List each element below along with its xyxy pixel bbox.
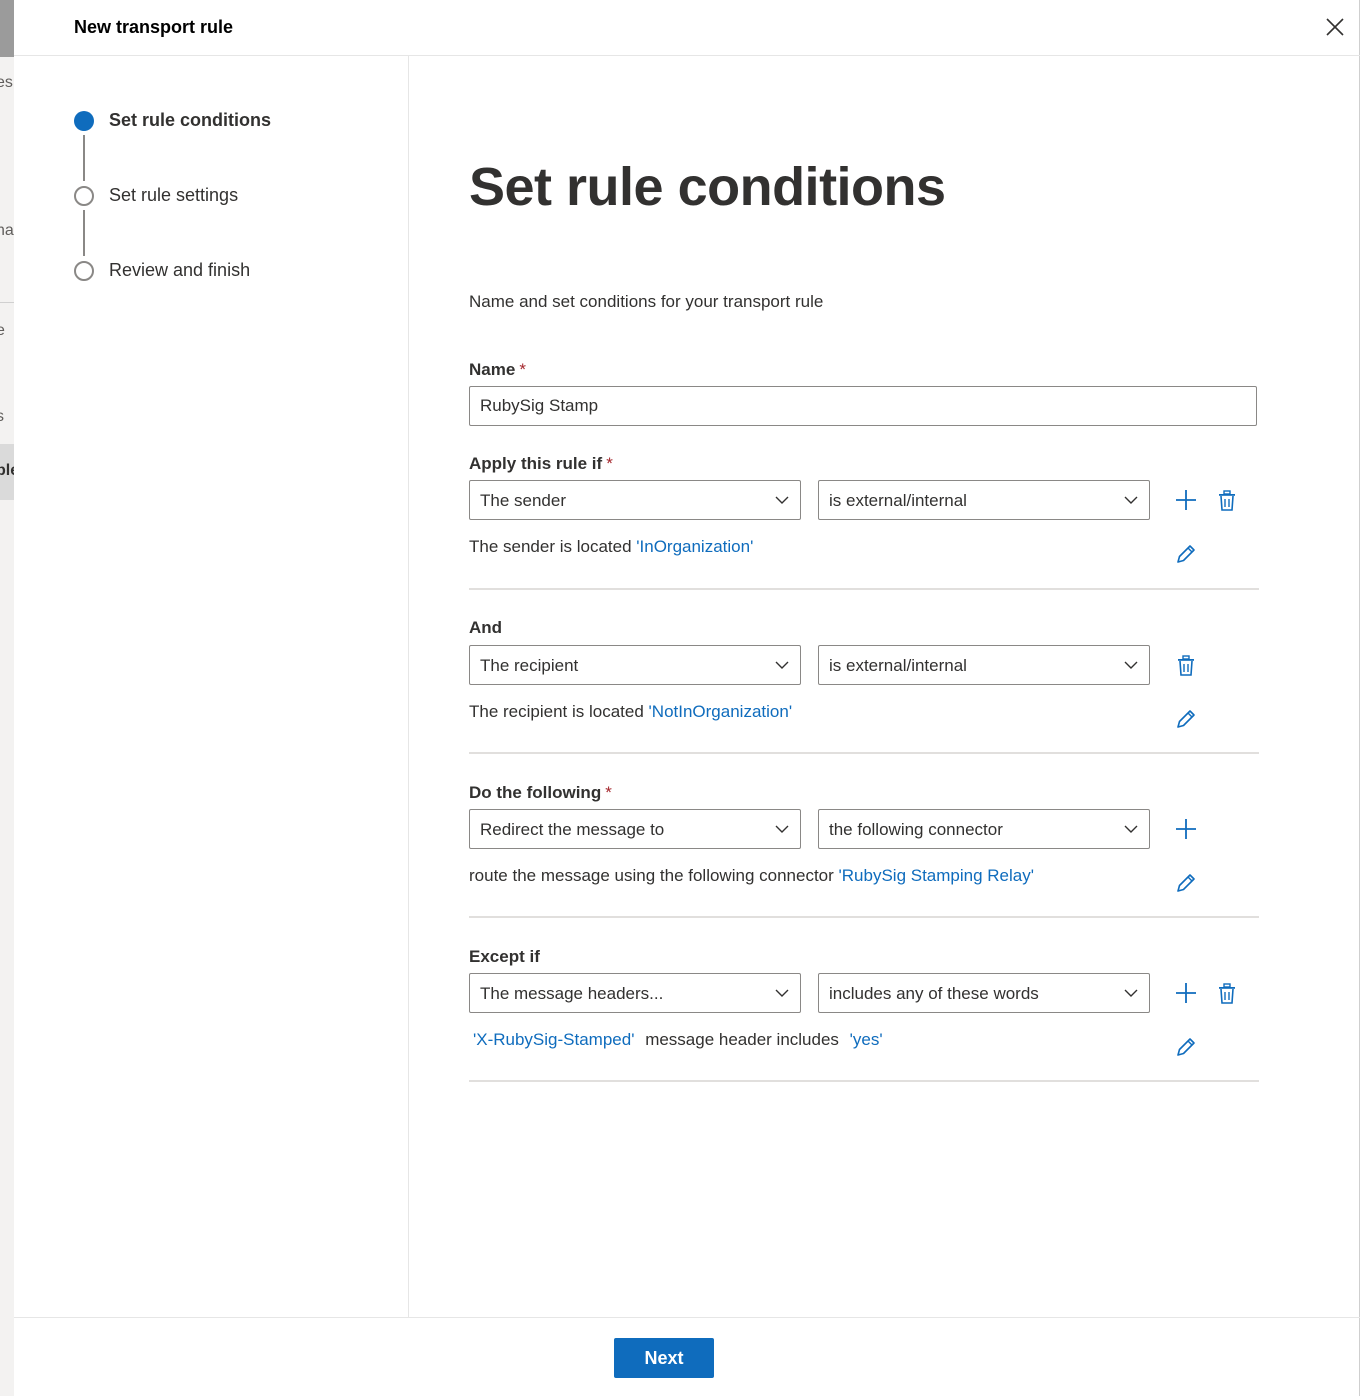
- dropdown-value: The message headers...: [480, 984, 664, 1003]
- section-divider: [469, 916, 1259, 918]
- delete-icon[interactable]: [1214, 980, 1240, 1006]
- exception-description: 'X-RubySig-Stamped' message header inclu…: [473, 1030, 883, 1050]
- edit-icon[interactable]: [1173, 541, 1199, 567]
- dropdown-value: is external/internal: [829, 656, 967, 675]
- action-target-dropdown[interactable]: the following connector: [818, 809, 1150, 849]
- description-text: The sender is located: [469, 537, 637, 556]
- section-divider: [469, 1080, 1259, 1082]
- wizard-steps: Set rule conditions Set rule settings Re…: [14, 56, 409, 1317]
- do-following-label: Do the following *: [469, 783, 612, 803]
- panel-title: New transport rule: [74, 17, 234, 37]
- background-text-fragment: ble: [0, 462, 14, 479]
- dropdown-value: Redirect the message to: [480, 820, 665, 839]
- description-text: message header includes: [645, 1030, 839, 1049]
- new-transport-rule-panel: New transport rule Set rule conditions S…: [14, 0, 1360, 1396]
- step-review-and-finish[interactable]: Review and finish: [74, 260, 250, 281]
- background-divider: [0, 302, 14, 303]
- condition-value-link[interactable]: 'NotInOrganization': [649, 702, 793, 721]
- step-label: Set rule conditions: [109, 110, 272, 130]
- condition-property-dropdown[interactable]: The sender: [469, 480, 801, 520]
- apply-rule-if-label: Apply this rule if *: [469, 454, 613, 474]
- background-text-fragment: s: [0, 408, 4, 425]
- step-pending-indicator: [74, 185, 94, 206]
- condition-description: The sender is located 'InOrganization': [469, 537, 753, 557]
- page-title: Set rule conditions: [469, 157, 946, 217]
- step-label: Review and finish: [109, 260, 251, 280]
- chevron-down-icon: [775, 661, 789, 669]
- delete-icon[interactable]: [1214, 487, 1240, 513]
- and-property-dropdown[interactable]: The recipient: [469, 645, 801, 685]
- connector-link[interactable]: 'RubySig Stamping Relay': [839, 866, 1034, 885]
- action-dropdown[interactable]: Redirect the message to: [469, 809, 801, 849]
- chevron-down-icon: [1124, 496, 1138, 504]
- delete-icon[interactable]: [1173, 652, 1199, 678]
- condition-operator-dropdown[interactable]: is external/internal: [818, 480, 1150, 520]
- add-icon[interactable]: [1173, 980, 1199, 1006]
- background-text-fragment: na: [0, 222, 14, 239]
- dropdown-value: The recipient: [480, 656, 579, 675]
- step-pending-indicator: [74, 260, 94, 281]
- apply-rule-if-label-text: Apply this rule if: [469, 454, 603, 473]
- step-connector: [83, 210, 85, 256]
- header-name-link[interactable]: 'X-RubySig-Stamped': [473, 1030, 634, 1049]
- dropdown-value: includes any of these words: [829, 984, 1039, 1003]
- chevron-down-icon: [775, 496, 789, 504]
- background-app-strip: es na e s ble: [0, 0, 14, 1396]
- add-icon[interactable]: [1173, 816, 1199, 842]
- name-label: Name *: [469, 360, 526, 380]
- step-set-rule-conditions[interactable]: Set rule conditions: [74, 110, 271, 131]
- close-icon[interactable]: [1324, 16, 1346, 38]
- required-asterisk: *: [519, 360, 526, 379]
- dropdown-value: the following connector: [829, 820, 1003, 839]
- panel-footer: Next: [14, 1317, 1360, 1397]
- required-asterisk: *: [606, 454, 613, 473]
- background-header: [0, 0, 14, 57]
- chevron-down-icon: [775, 989, 789, 997]
- edit-icon[interactable]: [1173, 870, 1199, 896]
- step-connector: [83, 135, 85, 181]
- step-set-rule-settings[interactable]: Set rule settings: [74, 185, 238, 206]
- exception-operator-dropdown[interactable]: includes any of these words: [818, 973, 1150, 1013]
- next-button[interactable]: Next: [614, 1338, 714, 1378]
- dropdown-value: is external/internal: [829, 491, 967, 510]
- description-text: The recipient is located: [469, 702, 649, 721]
- edit-icon[interactable]: [1173, 1034, 1199, 1060]
- step-label: Set rule settings: [109, 185, 239, 205]
- and-operator-dropdown[interactable]: is external/internal: [818, 645, 1150, 685]
- background-text-fragment: e: [0, 322, 5, 339]
- step-active-indicator: [74, 110, 94, 131]
- chevron-down-icon: [775, 825, 789, 833]
- panel-header: New transport rule: [14, 0, 1360, 56]
- except-if-label: Except if: [469, 947, 540, 966]
- edit-icon[interactable]: [1173, 706, 1199, 732]
- required-asterisk: *: [605, 783, 612, 802]
- page-subtitle: Name and set conditions for your transpo…: [469, 292, 824, 311]
- section-divider: [469, 752, 1259, 754]
- condition-description: The recipient is located 'NotInOrganizat…: [469, 702, 792, 722]
- and-label: And: [469, 618, 503, 637]
- name-input[interactable]: [469, 386, 1257, 426]
- condition-value-link[interactable]: 'InOrganization': [636, 537, 753, 556]
- do-following-label-text: Do the following: [469, 783, 602, 802]
- chevron-down-icon: [1124, 825, 1138, 833]
- add-icon[interactable]: [1173, 487, 1199, 513]
- action-description: route the message using the following co…: [469, 866, 1034, 886]
- background-text-fragment: es: [0, 74, 13, 91]
- header-value-link[interactable]: 'yes': [850, 1030, 883, 1049]
- exception-property-dropdown[interactable]: The message headers...: [469, 973, 801, 1013]
- dropdown-value: The sender: [480, 491, 566, 510]
- chevron-down-icon: [1124, 661, 1138, 669]
- section-divider: [469, 588, 1259, 590]
- name-label-text: Name: [469, 360, 516, 379]
- chevron-down-icon: [1124, 989, 1138, 997]
- description-text: route the message using the following co…: [469, 866, 839, 885]
